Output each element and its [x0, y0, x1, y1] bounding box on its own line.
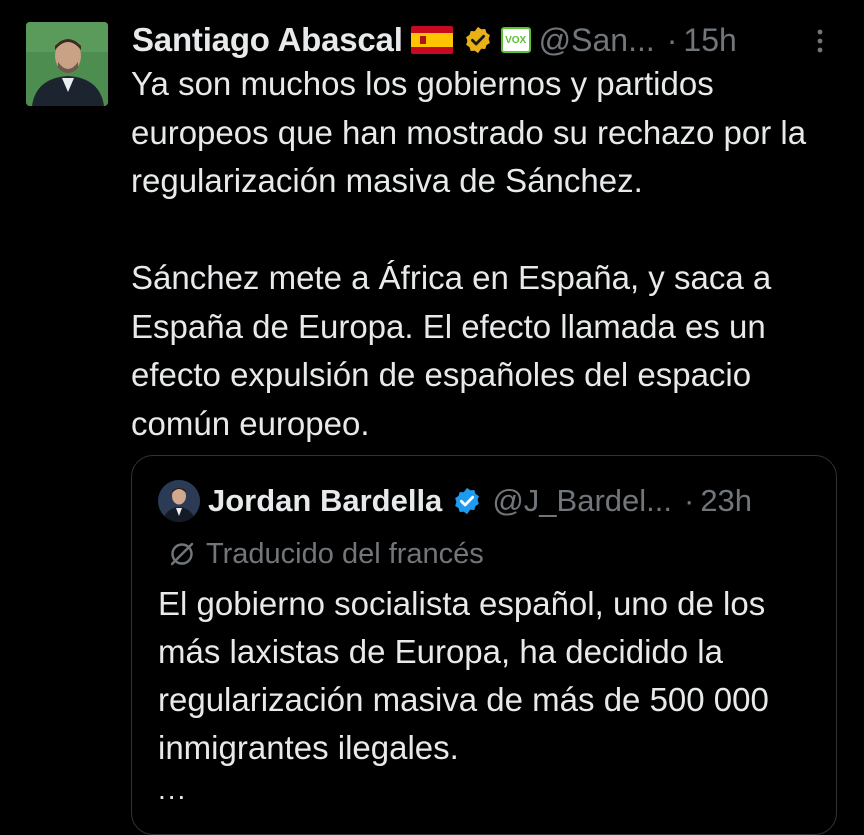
show-more-ellipsis[interactable]: ...	[158, 774, 187, 806]
author-handle[interactable]: @San...	[539, 22, 655, 59]
blue-verified-icon[interactable]	[452, 486, 482, 516]
vox-badge: VOX	[500, 27, 531, 53]
quoted-author-name[interactable]: Jordan Bardella	[208, 483, 442, 519]
translation-notice[interactable]: Traducido del francés	[168, 534, 484, 574]
quoted-tweet[interactable]: Jordan Bardella @J_Bardel... · 23h Tradu…	[131, 455, 837, 835]
separator-dot: ·	[666, 21, 678, 58]
author-avatar[interactable]	[26, 22, 108, 106]
author-name[interactable]: Santiago Abascal	[132, 21, 403, 59]
translation-label: Traducido del francés	[206, 537, 484, 570]
gold-verified-icon[interactable]	[463, 25, 493, 55]
tweet-header: Santiago Abascal VOX @San... · 15h	[132, 18, 737, 62]
more-options-icon[interactable]	[813, 26, 827, 56]
tweet-text: Ya son muchos los gobiernos y partidos e…	[131, 65, 807, 442]
spain-flag-icon	[410, 26, 453, 54]
quoted-tweet-text: El gobierno socialista español, uno de l…	[158, 585, 769, 766]
quoted-tweet-header: Jordan Bardella @J_Bardel... · 23h	[208, 478, 752, 524]
quoted-tweet-timestamp[interactable]: 23h	[700, 483, 752, 519]
quoted-author-handle[interactable]: @J_Bardel...	[492, 483, 672, 519]
tweet[interactable]: Santiago Abascal VOX @San... · 15h Ya so…	[0, 0, 864, 835]
translate-icon	[168, 540, 196, 568]
quoted-author-avatar[interactable]	[158, 480, 200, 522]
separator-dot: ·	[683, 483, 695, 518]
tweet-timestamp[interactable]: 15h	[683, 22, 736, 59]
